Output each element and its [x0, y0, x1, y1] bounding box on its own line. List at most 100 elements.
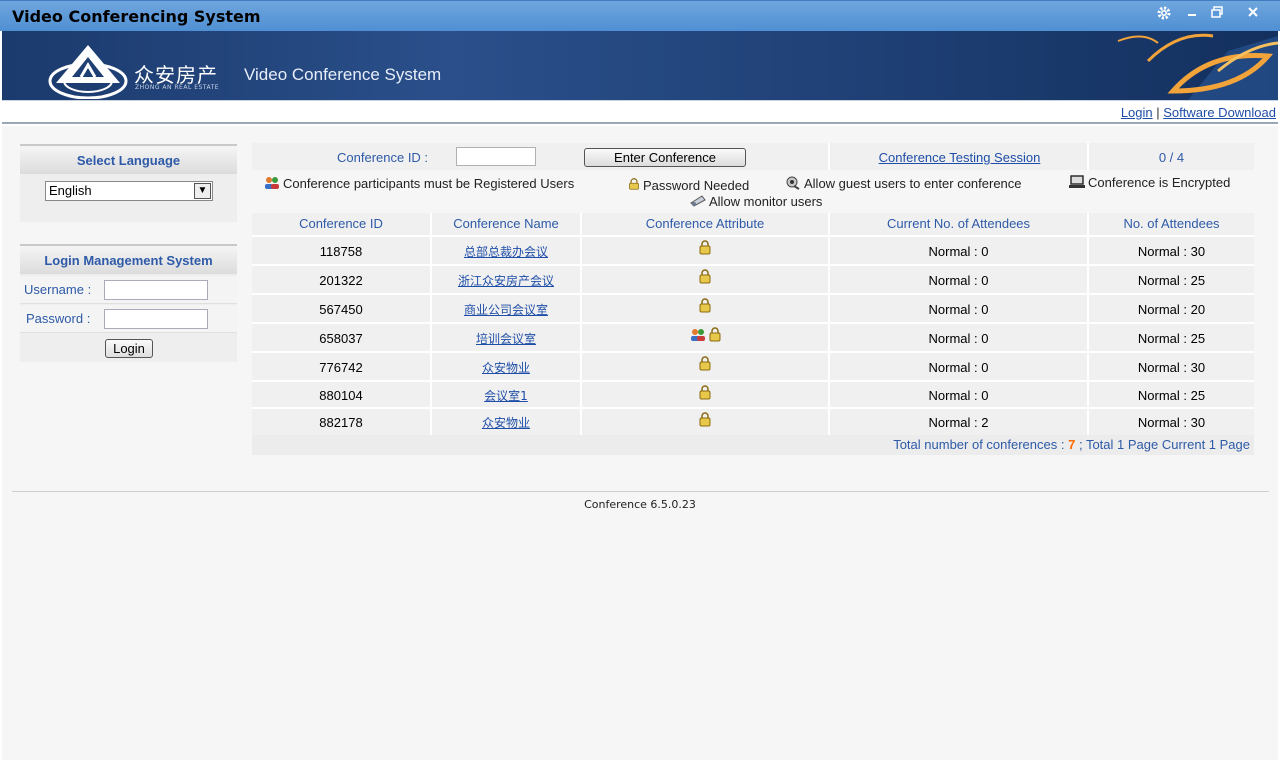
cell-conference-name: 商业公司会议室 — [432, 293, 582, 322]
language-heading: Select Language — [20, 144, 237, 174]
cell-conference-attribute — [582, 235, 830, 264]
restore-icon[interactable] — [1207, 5, 1227, 23]
minimize-icon[interactable] — [1182, 5, 1202, 23]
conference-name-link[interactable]: 众安物业 — [482, 416, 530, 430]
cell-conference-attribute — [582, 293, 830, 322]
cell-current-attendees: Normal : 0 — [830, 293, 1089, 322]
conference-id-input[interactable] — [456, 147, 536, 166]
language-select[interactable]: English ▼ — [45, 181, 213, 201]
close-icon[interactable] — [1243, 5, 1263, 23]
lock-icon — [709, 327, 720, 342]
lock-icon — [699, 356, 711, 371]
cell-conference-attribute — [582, 264, 830, 293]
cell-conference-id: 882178 — [252, 407, 432, 435]
table-row: 567450 商业公司会议室 Normal : 0 Normal : 20 — [252, 293, 1254, 322]
password-input[interactable] — [104, 309, 208, 329]
table-row: 882178 众安物业 Normal : 2 Normal : 30 — [252, 407, 1254, 435]
conference-id-cell: Conference ID : Enter Conference — [252, 143, 830, 170]
content-area: Select Language English ▼ Login Manageme… — [2, 126, 1278, 760]
cell-conference-id: 118758 — [252, 235, 432, 264]
chevron-down-icon[interactable]: ▼ — [194, 183, 211, 199]
footer-version: Conference 6.5.0.23 — [584, 498, 696, 511]
users-icon — [265, 177, 279, 189]
conference-name-link[interactable]: 总部总裁办会议 — [464, 245, 548, 259]
legend-password-text: Password Needed — [643, 178, 750, 193]
password-row: Password : — [20, 305, 237, 333]
login-link[interactable]: Login — [1121, 105, 1153, 120]
cell-conference-name: 浙江众安房产会议 — [432, 264, 582, 293]
brand-name-en: ZHONG AN REAL ESTATE — [135, 84, 220, 91]
attribute-legend: Conference participants must be Register… — [252, 173, 1254, 213]
cell-current-attendees: Normal : 0 — [830, 235, 1089, 264]
window-titlebar: Video Conferencing System — [0, 0, 1280, 31]
toolbar-row: Conference ID : Enter Conference Confere… — [252, 143, 1254, 170]
summary-total-count: 7 — [1068, 437, 1076, 452]
conference-name-link[interactable]: 培训会议室 — [476, 332, 536, 346]
legend-password: Password Needed — [628, 176, 749, 193]
session-count-cell: 0 / 4 — [1089, 143, 1254, 170]
company-logo — [48, 45, 128, 99]
col-header-attribute: Conference Attribute — [582, 213, 830, 235]
login-button[interactable]: Login — [105, 339, 153, 358]
lock-icon — [699, 269, 711, 284]
enter-conference-button[interactable]: Enter Conference — [584, 148, 746, 167]
users-icon — [690, 329, 705, 341]
legend-monitor: Allow monitor users — [690, 194, 822, 209]
cell-current-attendees: Normal : 0 — [830, 322, 1089, 351]
login-panel: Login Management System Username : Passw… — [20, 244, 237, 362]
window-title: Video Conferencing System — [12, 7, 261, 26]
cell-current-attendees: Normal : 2 — [830, 407, 1089, 435]
username-input[interactable] — [104, 280, 208, 300]
summary-suffix: ; Total 1 Page Current 1 Page — [1078, 437, 1250, 452]
table-row: 658037 培训会议室 Normal : 0 Normal : 25 — [252, 322, 1254, 351]
software-download-link[interactable]: Software Download — [1163, 105, 1276, 120]
cell-total-attendees: Normal : 30 — [1089, 235, 1254, 264]
testing-session-link[interactable]: Conference Testing Session — [830, 150, 1089, 165]
cell-total-attendees: Normal : 30 — [1089, 351, 1254, 380]
username-row: Username : — [20, 276, 237, 304]
gear-icon[interactable] — [1154, 5, 1174, 23]
cell-conference-id: 658037 — [252, 322, 432, 351]
cell-total-attendees: Normal : 20 — [1089, 293, 1254, 322]
cell-conference-name: 会议室1 — [432, 380, 582, 407]
conference-name-link[interactable]: 商业公司会议室 — [464, 303, 548, 317]
conference-name-link[interactable]: 众安物业 — [482, 361, 530, 375]
login-heading: Login Management System — [20, 244, 237, 274]
cell-conference-id: 776742 — [252, 351, 432, 380]
lock-icon — [629, 178, 639, 190]
cell-conference-attribute — [582, 322, 830, 351]
header-banner: 众安房产 ZHONG AN REAL ESTATE Video Conferen… — [2, 31, 1278, 100]
cell-conference-attribute — [582, 351, 830, 380]
system-name: Video Conference System — [244, 65, 442, 84]
username-label: Username : — [24, 282, 92, 297]
conference-name-link[interactable]: 浙江众安房产会议 — [458, 274, 554, 288]
cell-conference-name: 众安物业 — [432, 407, 582, 435]
cell-conference-attribute — [582, 407, 830, 435]
conference-id-label: Conference ID : — [337, 150, 429, 165]
banner-decoration — [1117, 33, 1278, 100]
cell-current-attendees: Normal : 0 — [830, 351, 1089, 380]
col-header-current: Current No. of Attendees — [830, 213, 1089, 235]
table-summary: Total number of conferences : 7 ; Total … — [893, 437, 1250, 452]
table-header-row: Conference ID Conference Name Conference… — [252, 213, 1254, 235]
top-nav: Login | Software Download — [2, 100, 1278, 124]
conference-name-link[interactable]: 会议室1 — [484, 389, 528, 403]
session-count: 0 / 4 — [1158, 150, 1185, 165]
cell-conference-id: 567450 — [252, 293, 432, 322]
table-row: 118758 总部总裁办会议 Normal : 0 Normal : 30 — [252, 235, 1254, 264]
legend-encrypted-text: Conference is Encrypted — [1088, 175, 1231, 190]
guest-icon — [786, 176, 800, 190]
cell-total-attendees: Normal : 25 — [1089, 322, 1254, 351]
password-label: Password : — [26, 311, 91, 326]
legend-monitor-text: Allow monitor users — [709, 194, 823, 209]
table-row: 776742 众安物业 Normal : 0 Normal : 30 — [252, 351, 1254, 380]
legend-guest-text: Allow guest users to enter conference — [804, 176, 1022, 191]
cell-conference-attribute — [582, 380, 830, 407]
testing-session-cell: Conference Testing Session — [830, 143, 1089, 170]
col-header-total: No. of Attendees — [1089, 213, 1254, 235]
cell-total-attendees: Normal : 25 — [1089, 380, 1254, 407]
cell-conference-id: 880104 — [252, 380, 432, 407]
computer-icon — [1069, 175, 1085, 188]
cell-conference-id: 201322 — [252, 264, 432, 293]
cell-current-attendees: Normal : 0 — [830, 264, 1089, 293]
